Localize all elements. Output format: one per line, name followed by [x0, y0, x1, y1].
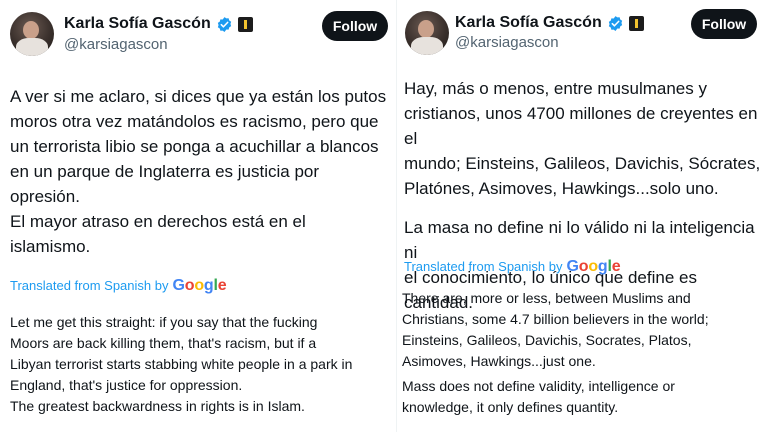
- translation-line: knowledge, it only defines quantity.: [402, 399, 619, 415]
- translated-label: Translated from Spanish by: [404, 259, 563, 274]
- translation-line: Libyan terrorist starts stabbing white p…: [10, 356, 353, 372]
- tweet-text: Hay, más o menos, entre musulmanes y cri…: [404, 76, 768, 315]
- tweet-text-line: El mayor atraso en derechos está en el: [10, 212, 306, 231]
- tweet-card-left: Karla Sofía Gascón @karsiagascon Follow …: [0, 0, 396, 432]
- tweet-text-line: mundo; Einsteins, Galileos, Davichis, Só…: [404, 154, 761, 173]
- affiliate-badge-icon: [628, 15, 644, 31]
- translation-line: Einsteins, Galileos, Davichis, Socrates,…: [402, 332, 692, 348]
- follow-button[interactable]: Follow: [322, 11, 388, 41]
- verified-badge-icon: [608, 15, 622, 31]
- avatar[interactable]: [10, 12, 54, 56]
- translation-text: Let me get this straight: if you say tha…: [10, 312, 396, 417]
- author-name-row: Karla Sofía Gascón: [64, 15, 253, 33]
- follow-button[interactable]: Follow: [691, 9, 757, 39]
- translation-line: Mass does not define validity, intellige…: [402, 378, 675, 394]
- translation-line: Let me get this straight: if you say tha…: [10, 314, 318, 330]
- translation-line: Moors are back killing them, that's raci…: [10, 335, 317, 351]
- translation-line: The greatest backwardness in rights is i…: [10, 398, 305, 414]
- avatar[interactable]: [405, 11, 449, 55]
- tweet-text-line: moros otra vez matándolos es racismo, pe…: [10, 112, 379, 131]
- tweet-card-right: Karla Sofía Gascón @karsiagascon Follow …: [396, 0, 768, 432]
- affiliate-badge-icon: [237, 16, 253, 32]
- author-name-row: Karla Sofía Gascón: [455, 14, 644, 32]
- translation-text: There are, more or less, between Muslims…: [402, 288, 768, 418]
- author-display-name[interactable]: Karla Sofía Gascón: [455, 14, 602, 32]
- google-logo: Google: [566, 258, 621, 275]
- translated-by-row[interactable]: Translated from Spanish by Google: [404, 258, 621, 276]
- tweet-text-line: islamismo.: [10, 237, 91, 256]
- tweet-text-line: un terrorista libio se ponga a acuchilla…: [10, 137, 379, 156]
- translation-line: Asimoves, Hawkings...just one.: [402, 353, 596, 369]
- author-display-name[interactable]: Karla Sofía Gascón: [64, 15, 211, 33]
- tweet-text-line: cristianos, unos 4700 millones de creyen…: [404, 104, 758, 148]
- translated-label: Translated from Spanish by: [10, 278, 169, 293]
- translation-line: There are, more or less, between Muslims…: [402, 290, 691, 306]
- translation-line: England, that's justice for oppression.: [10, 377, 243, 393]
- tweet-text: A ver si me aclaro, si dices que ya está…: [10, 84, 394, 259]
- author-handle[interactable]: @karsiagascon: [64, 36, 168, 53]
- google-logo: Google: [172, 277, 227, 294]
- author-handle[interactable]: @karsiagascon: [455, 34, 559, 51]
- tweet-text-line: Hay, más o menos, entre musulmanes y: [404, 79, 707, 98]
- tweet-text-line: Platónes, Asimoves, Hawkings...solo uno.: [404, 179, 719, 198]
- tweet-text-line: en un parque de Inglaterra es justicia p…: [10, 162, 320, 181]
- translation-line: Christians, some 4.7 billion believers i…: [402, 311, 709, 327]
- tweet-text-line: A ver si me aclaro, si dices que ya está…: [10, 87, 387, 106]
- tweet-text-line: opresión.: [10, 187, 80, 206]
- translated-by-row[interactable]: Translated from Spanish by Google: [10, 277, 227, 295]
- verified-badge-icon: [217, 16, 231, 32]
